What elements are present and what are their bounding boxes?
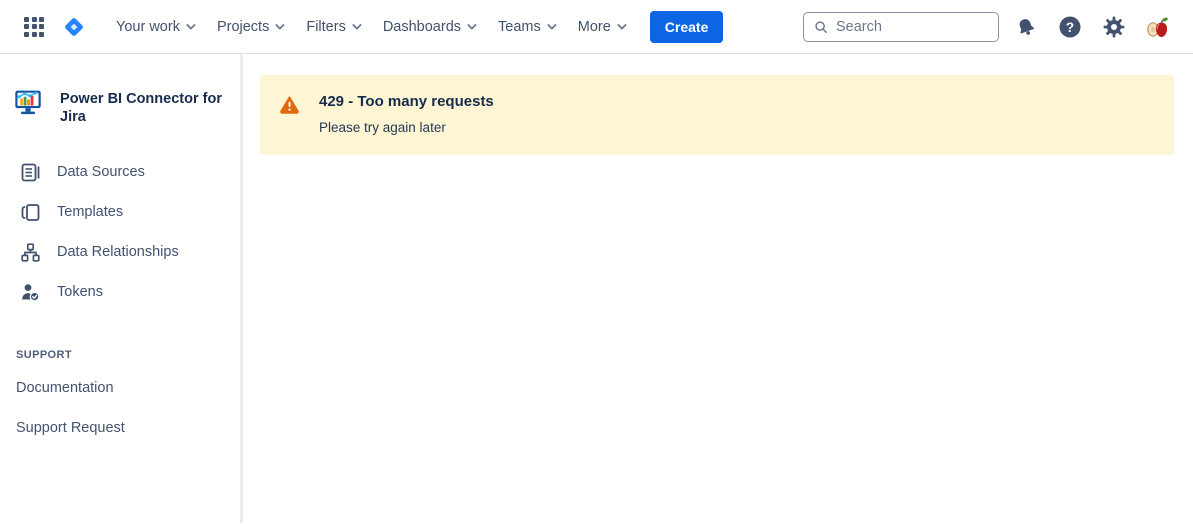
app-header: Power BI Connector for Jira bbox=[0, 86, 240, 126]
sidebar: Power BI Connector for Jira Data Sources bbox=[0, 54, 240, 523]
nav-item-label: Dashboards bbox=[382, 18, 462, 35]
sidebar-link-documentation[interactable]: Documentation bbox=[0, 368, 240, 408]
notifications-button[interactable] bbox=[1009, 10, 1043, 44]
templates-icon bbox=[20, 202, 40, 222]
sidebar-item-data-relationships[interactable]: Data Relationships bbox=[0, 232, 240, 272]
nav-item-your-work[interactable]: Your work bbox=[104, 12, 205, 42]
sidebar-link-support-request[interactable]: Support Request bbox=[0, 408, 240, 448]
top-navigation-bar: Your work Projects Filters Dashboards Te… bbox=[0, 0, 1193, 54]
nav-item-filters[interactable]: Filters bbox=[294, 12, 370, 42]
search-icon bbox=[815, 20, 827, 33]
data-relationships-icon bbox=[20, 242, 40, 262]
nav-item-more[interactable]: More bbox=[566, 12, 636, 42]
settings-gear-icon bbox=[1103, 16, 1125, 37]
svg-text:?: ? bbox=[1066, 20, 1074, 35]
sidebar-item-label: Data Sources bbox=[57, 164, 145, 181]
banner-message: Please try again later bbox=[319, 120, 446, 135]
chevron-down-icon bbox=[275, 20, 286, 31]
nav-item-label: Your work bbox=[116, 18, 180, 35]
search-input[interactable] bbox=[835, 18, 988, 35]
sidebar-item-label: Templates bbox=[57, 204, 124, 221]
banner-title: 429 - Too many requests bbox=[319, 93, 494, 110]
sidebar-item-label: Data Relationships bbox=[57, 244, 179, 261]
user-avatar[interactable] bbox=[1141, 10, 1175, 44]
main-content: 429 - Too many requests Please try again… bbox=[243, 54, 1193, 523]
nav-item-dashboards[interactable]: Dashboards bbox=[371, 12, 486, 42]
primary-nav: Your work Projects Filters Dashboards Te… bbox=[104, 12, 636, 42]
app-switcher-icon bbox=[24, 16, 44, 37]
app-switcher-button[interactable] bbox=[18, 11, 50, 43]
create-button[interactable]: Create bbox=[649, 10, 724, 43]
chevron-down-icon bbox=[351, 20, 362, 31]
nav-item-label: Projects bbox=[216, 18, 270, 35]
jira-logo[interactable] bbox=[54, 11, 94, 43]
nav-item-teams[interactable]: Teams bbox=[486, 12, 566, 42]
settings-button[interactable] bbox=[1097, 10, 1131, 44]
help-button[interactable]: ? bbox=[1053, 10, 1087, 44]
sidebar-item-label: Tokens bbox=[57, 284, 103, 301]
app-title: Power BI Connector for Jira bbox=[60, 91, 222, 126]
banner-text: 429 - Too many requests Please try again… bbox=[319, 93, 494, 135]
support-section-heading: SUPPORT bbox=[16, 349, 72, 362]
sidebar-item-data-sources[interactable]: Data Sources bbox=[0, 152, 240, 192]
chevron-down-icon bbox=[466, 20, 477, 31]
chevron-down-icon bbox=[616, 20, 627, 31]
sidebar-item-tokens[interactable]: Tokens bbox=[0, 272, 240, 312]
nav-item-label: More bbox=[577, 18, 611, 35]
monitor-chart-icon bbox=[15, 90, 41, 115]
user-avatar-apple-icon bbox=[1147, 17, 1168, 37]
nav-item-projects[interactable]: Projects bbox=[205, 12, 294, 42]
chevron-down-icon bbox=[185, 20, 196, 31]
warning-banner: 429 - Too many requests Please try again… bbox=[260, 75, 1174, 155]
help-icon: ? bbox=[1059, 16, 1081, 37]
nav-item-label: Filters bbox=[306, 18, 346, 35]
nav-item-label: Teams bbox=[498, 18, 541, 35]
warning-triangle-icon bbox=[280, 96, 299, 114]
data-sources-icon bbox=[20, 162, 40, 182]
jira-logo-icon bbox=[65, 17, 83, 36]
notifications-bell-icon bbox=[1019, 18, 1035, 35]
search-box[interactable] bbox=[803, 11, 999, 42]
chevron-down-icon bbox=[546, 20, 557, 31]
sidebar-item-templates[interactable]: Templates bbox=[0, 192, 240, 232]
tokens-icon bbox=[20, 282, 40, 302]
